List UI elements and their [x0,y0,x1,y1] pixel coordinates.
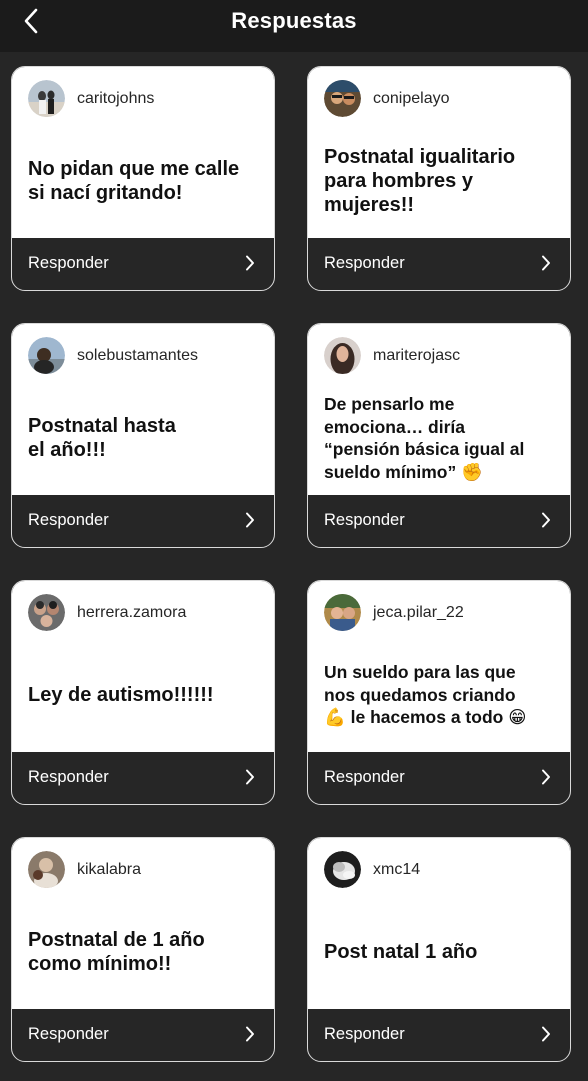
response-text: No pidan que me calle si nací gritando! [28,131,264,231]
username: mariterojasc [373,346,461,364]
response-user[interactable]: caritojohns [28,80,154,117]
reply-label: Responder [324,1024,405,1043]
responses-grid: caritojohns No pidan que me calle si nac… [0,52,588,1081]
response-text-content: De pensarlo me emociona… diría “pensión … [324,394,525,482]
reply-button[interactable]: Responder [308,1007,570,1061]
response-card: caritojohns No pidan que me calle si nac… [11,66,275,291]
reply-button[interactable]: Responder [308,236,570,290]
chevron-right-icon [542,769,550,785]
username: jeca.pilar_22 [373,603,464,621]
response-card: mariterojasc De pensarlo me emociona… di… [307,323,571,548]
response-text-content: Postnatal igualitario para hombres y muj… [324,146,516,216]
response-text-content: Un sueldo para las que nos quedamos cria… [324,662,527,728]
chevron-right-icon [542,255,550,271]
response-content: conipelayo Postnatal igualitario para ho… [308,67,570,238]
response-text-content: Ley de autismo!!!!!! [28,684,214,706]
username: herrera.zamora [77,603,187,621]
response-user[interactable]: herrera.zamora [28,594,186,631]
response-text: Post natal 1 año [324,902,560,1002]
reply-button[interactable]: Responder [12,493,274,547]
response-card: herrera.zamora Ley de autismo!!!!!! Resp… [11,580,275,805]
response-text-content: No pidan que me calle si nací gritando! [28,158,240,204]
response-text-content: Postnatal hasta el año!!! [28,415,176,461]
reply-label: Responder [28,253,109,272]
response-text-content: Post natal 1 año [324,941,478,963]
reply-button[interactable]: Responder [12,1007,274,1061]
response-text: Un sueldo para las que nos quedamos cria… [324,645,560,745]
username: caritojohns [77,89,155,107]
user-avatar-icon[interactable] [324,80,361,117]
response-user[interactable]: jeca.pilar_22 [324,594,464,631]
reply-label: Responder [324,767,405,786]
response-card: solebustamantes Postnatal hasta el año!!… [11,323,275,548]
response-user[interactable]: conipelayo [324,80,450,117]
reply-label: Responder [28,767,109,786]
username: kikalabra [77,860,142,878]
chevron-right-icon [246,769,254,785]
response-content: solebustamantes Postnatal hasta el año!!… [12,324,274,495]
chevron-right-icon [542,512,550,528]
reply-label: Responder [324,510,405,529]
response-text: Postnatal hasta el año!!! [28,388,264,488]
response-content: xmc14 Post natal 1 año [308,838,570,1009]
response-user[interactable]: mariterojasc [324,337,460,374]
username: solebustamantes [77,346,198,364]
reply-button[interactable]: Responder [308,750,570,804]
response-card: kikalabra Postnatal de 1 año como mínimo… [11,837,275,1062]
user-avatar-icon[interactable] [28,80,65,117]
response-card: jeca.pilar_22 Un sueldo para las que nos… [307,580,571,805]
reply-label: Responder [324,253,405,272]
reply-button[interactable]: Responder [12,750,274,804]
page-title: Respuestas [231,8,357,33]
response-user[interactable]: solebustamantes [28,337,198,374]
user-avatar-icon[interactable] [28,851,65,888]
response-text: Ley de autismo!!!!!! [28,645,264,745]
user-avatar-icon[interactable] [324,851,361,888]
response-content: caritojohns No pidan que me calle si nac… [12,67,274,238]
response-card: conipelayo Postnatal igualitario para ho… [307,66,571,291]
user-avatar-icon[interactable] [28,337,65,374]
reply-label: Responder [28,510,109,529]
chevron-right-icon [246,1026,254,1042]
chevron-right-icon [542,1026,550,1042]
response-content: herrera.zamora Ley de autismo!!!!!! [12,581,274,752]
response-content: kikalabra Postnatal de 1 año como mínimo… [12,838,274,1009]
response-card: xmc14 Post natal 1 año Responder [307,837,571,1062]
chevron-right-icon [246,255,254,271]
response-text: Postnatal igualitario para hombres y muj… [324,131,560,231]
user-avatar-icon[interactable] [28,594,65,631]
response-content: mariterojasc De pensarlo me emociona… di… [308,324,570,495]
reply-label: Responder [28,1024,109,1043]
response-text: Postnatal de 1 año como mínimo!! [28,902,264,1002]
reply-button[interactable]: Responder [308,493,570,547]
user-avatar-icon[interactable] [324,594,361,631]
response-user[interactable]: kikalabra [28,851,141,888]
chevron-right-icon [246,512,254,528]
response-text-content: Postnatal de 1 año como mínimo!! [28,929,205,975]
response-user[interactable]: xmc14 [324,851,420,888]
reply-button[interactable]: Responder [12,236,274,290]
user-avatar-icon[interactable] [324,337,361,374]
top-bar: Respuestas [0,0,588,52]
response-content: jeca.pilar_22 Un sueldo para las que nos… [308,581,570,752]
response-text: De pensarlo me emociona… diría “pensión … [324,388,560,488]
username: conipelayo [373,89,450,107]
username: xmc14 [373,860,421,878]
